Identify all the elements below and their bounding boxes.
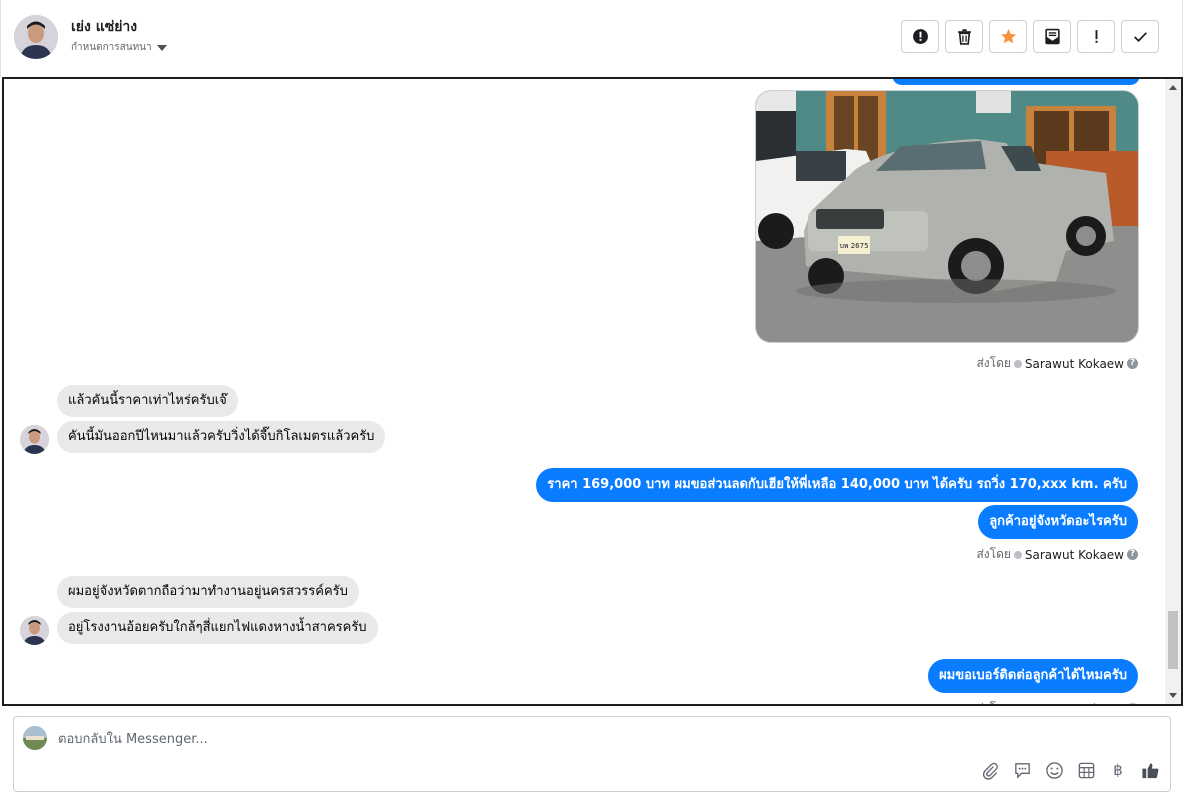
saved-reply-icon <box>1014 762 1030 779</box>
saved-replies-button[interactable] <box>1012 760 1032 780</box>
delete-button[interactable] <box>945 20 983 53</box>
trash-icon <box>957 29 971 45</box>
sender-name: Sarawut Kokaew <box>1025 702 1124 705</box>
caret-down-icon <box>156 44 167 51</box>
sent-by-line: ส่งโดย Sarawut Kokaew ? <box>976 699 1138 707</box>
message-bubble-outgoing-clipped <box>892 79 1140 85</box>
help-icon[interactable]: ? <box>1127 549 1138 560</box>
star-icon <box>1000 29 1016 44</box>
sent-by-label: ส่งโดย <box>976 547 1011 561</box>
mark-unread-button[interactable] <box>1033 20 1071 53</box>
message-bubble-incoming[interactable]: คันนี้มันออกปีไหนมาแล้วครับวิ่งได้จี๊บกิ… <box>57 421 386 453</box>
sender-name: Sarawut Kokaew <box>1024 547 1124 562</box>
sent-by-label: ส่งโดย <box>976 699 1010 704</box>
reply-input[interactable] <box>58 729 758 749</box>
help-icon[interactable]: ? <box>1127 358 1138 369</box>
star-button[interactable] <box>989 20 1027 53</box>
verified-icon <box>1013 359 1022 368</box>
reply-composer: ฿ <box>13 716 1171 792</box>
payment-button[interactable]: ฿ <box>1108 760 1128 780</box>
composer-toolbar: ฿ <box>980 760 1160 780</box>
sent-by-label: ส่งโดย <box>976 356 1011 370</box>
verified-icon <box>1013 550 1022 559</box>
contact-avatar[interactable] <box>14 15 58 59</box>
calculator-button[interactable] <box>1076 760 1096 780</box>
message-bubble-incoming[interactable]: แล้วคันนี้ราคาเท่าไหร่ครับเจ๊ <box>57 385 238 417</box>
sender-name: Sarawut Kokaew <box>1024 356 1124 371</box>
attachment-button[interactable] <box>980 760 1000 780</box>
emoji-button[interactable] <box>1044 760 1064 780</box>
thumbs-up-icon <box>1141 762 1158 778</box>
check-icon <box>1133 32 1147 42</box>
scrollbar-thumb[interactable] <box>1168 611 1178 669</box>
message-bubble-outgoing[interactable]: ผมขอเบอร์ติดต่อลูกค้าได้ไหมครับ <box>928 659 1138 693</box>
message-bubble-incoming[interactable]: ผมอยู่จังหวัดตากถือว่ามาทำงานอยู่นครสวรร… <box>57 576 359 608</box>
sent-by-line: ส่งโดย Sarawut Kokaew ? <box>976 545 1138 564</box>
message-thread[interactable]: บพ 2675 ส่งโดย Sarawut Kokaew ? แล้วคันน… <box>2 77 1183 706</box>
message-bubble-outgoing[interactable]: ราคา 169,000 บาท ผมขอส่วนลดกับเฮียให้พี่… <box>536 468 1138 502</box>
priority-button[interactable] <box>1077 20 1115 53</box>
license-plate-text: บพ 2675 <box>839 242 868 250</box>
emoji-icon <box>1045 761 1063 779</box>
sent-by-line: ส่งโดย Sarawut Kokaew ? <box>976 354 1138 373</box>
pickup-truck-image: บพ 2675 <box>756 91 1138 342</box>
assign-label: กำหนดการสนทนา <box>71 42 152 53</box>
calculator-icon <box>1078 762 1094 778</box>
message-bubble-incoming[interactable]: อยู่โรงงานอ้อยครับใกล้ๆสี่แยกไฟแดงหางน้ำ… <box>57 612 378 644</box>
conversation-toolbar <box>901 20 1159 53</box>
contact-name[interactable]: เย่ง แซ่ย่าง <box>71 16 137 38</box>
help-icon[interactable]: ? <box>1127 703 1138 704</box>
baht-icon: ฿ <box>1113 761 1123 779</box>
thread-scrollbar[interactable] <box>1165 79 1181 704</box>
conversation-header: เย่ง แซ่ย่าง กำหนดการสนทนา <box>0 0 1183 77</box>
assign-conversation-dropdown[interactable]: กำหนดการสนทนา <box>71 40 167 55</box>
page-avatar <box>23 726 47 750</box>
mail-icon <box>1044 28 1060 45</box>
message-bubble-outgoing[interactable]: ลูกค้าอยู่จังหวัดอะไรครับ <box>978 505 1138 539</box>
verified-icon <box>1014 705 1022 707</box>
contact-avatar-small <box>20 425 49 454</box>
done-button[interactable] <box>1121 20 1159 53</box>
alert-circle-icon <box>912 29 928 44</box>
exclamation-icon <box>1095 30 1097 43</box>
like-button[interactable] <box>1140 760 1160 780</box>
contact-avatar-small <box>20 616 49 645</box>
scroll-down-arrow-icon[interactable] <box>1169 693 1177 698</box>
scroll-up-arrow-icon[interactable] <box>1169 85 1177 90</box>
spam-button[interactable] <box>901 20 939 53</box>
attachment-icon <box>982 762 998 780</box>
vehicle-photo[interactable]: บพ 2675 <box>755 90 1139 343</box>
